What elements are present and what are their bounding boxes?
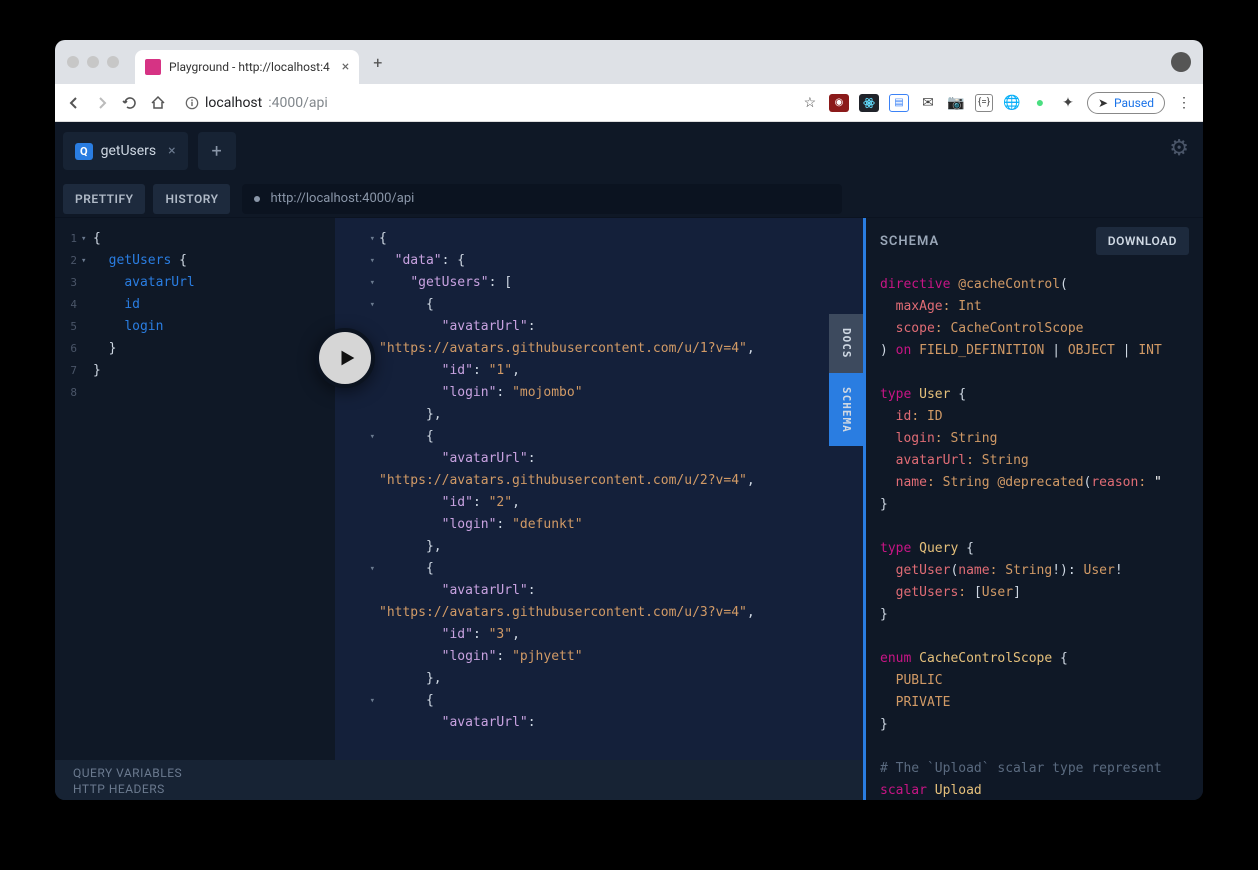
site-info-icon[interactable] xyxy=(185,96,199,110)
endpoint-status-dot xyxy=(254,196,260,202)
forward-button[interactable] xyxy=(93,94,111,112)
schema-content[interactable]: directive @cacheControl( maxAge: Int sco… xyxy=(866,264,1203,800)
prettify-button[interactable]: PRETTIFY xyxy=(63,184,145,214)
run-query-button[interactable] xyxy=(315,328,375,388)
tab-title: Playground - http://localhost:4 xyxy=(169,60,330,74)
side-tabs: DOCS SCHEMA xyxy=(829,314,863,446)
schema-header: SCHEMA DOWNLOAD xyxy=(866,218,1203,264)
extension-icon-5[interactable]: ● xyxy=(1031,94,1049,112)
playground-main: 1▾{2▾ getUsers {3 avatarUrl4 id5 login6 … xyxy=(55,218,1203,800)
url-input[interactable]: localhost :4000/api xyxy=(177,89,791,117)
extensions-menu-icon[interactable]: ✦ xyxy=(1059,94,1077,112)
endpoint-input[interactable]: http://localhost:4000/api xyxy=(242,184,842,214)
bookmark-icon[interactable]: ☆ xyxy=(801,94,819,112)
ublock-icon[interactable]: ◉ xyxy=(829,94,849,112)
browser-titlebar: Playground - http://localhost:4 × + xyxy=(55,40,1203,84)
query-variables-toggle[interactable]: QUERY VARIABLES xyxy=(73,766,845,782)
rocket-icon: ➤ xyxy=(1098,96,1108,110)
query-editor[interactable]: 1▾{2▾ getUsers {3 avatarUrl4 id5 login6 … xyxy=(55,218,335,800)
browser-address-bar: localhost :4000/api ☆ ◉ ▤ ✉ 📷 {=} 🌐 ● ✦ ➤… xyxy=(55,84,1203,122)
extension-icon-3[interactable]: {=} xyxy=(975,94,993,112)
react-devtools-icon[interactable] xyxy=(859,94,879,112)
settings-gear-icon[interactable]: ⚙ xyxy=(1169,136,1189,161)
schema-tab[interactable]: SCHEMA xyxy=(829,373,863,447)
endpoint-url: http://localhost:4000/api xyxy=(270,191,414,206)
download-button[interactable]: DOWNLOAD xyxy=(1096,227,1189,255)
tab-favicon xyxy=(145,59,161,75)
close-query-tab-icon[interactable]: × xyxy=(168,143,175,159)
history-button[interactable]: HISTORY xyxy=(153,184,230,214)
http-headers-toggle[interactable]: HTTP HEADERS xyxy=(73,782,845,798)
maximize-window-icon[interactable] xyxy=(107,56,119,68)
paused-label: Paused xyxy=(1114,96,1154,110)
schema-title: SCHEMA xyxy=(880,234,939,249)
reload-button[interactable] xyxy=(121,94,139,112)
camera-icon[interactable]: 📷 xyxy=(947,94,965,112)
home-button[interactable] xyxy=(149,94,167,112)
back-button[interactable] xyxy=(65,94,83,112)
docs-tab[interactable]: DOCS xyxy=(829,314,863,373)
traffic-lights xyxy=(67,56,119,68)
bottom-panel[interactable]: QUERY VARIABLES HTTP HEADERS xyxy=(55,760,863,800)
add-query-tab-button[interactable]: + xyxy=(198,132,236,170)
url-path: :4000/api xyxy=(268,95,328,111)
close-window-icon[interactable] xyxy=(67,56,79,68)
query-tab[interactable]: Q getUsers × xyxy=(63,132,188,170)
extension-icon-2[interactable]: ✉ xyxy=(919,94,937,112)
query-tab-label: getUsers xyxy=(101,143,157,159)
extension-icon-1[interactable]: ▤ xyxy=(889,94,909,112)
new-tab-button[interactable]: + xyxy=(367,51,388,74)
minimize-window-icon[interactable] xyxy=(87,56,99,68)
address-bar-icons: ☆ ◉ ▤ ✉ 📷 {=} 🌐 ● ✦ ➤ Paused ⋮ xyxy=(801,92,1193,114)
graphql-playground: Q getUsers × + ⚙ PRETTIFY HISTORY http:/… xyxy=(55,122,1203,800)
url-host: localhost xyxy=(205,95,262,111)
query-type-badge: Q xyxy=(75,143,93,160)
browser-window: Playground - http://localhost:4 × + loca… xyxy=(55,40,1203,800)
schema-panel: SCHEMA DOWNLOAD directive @cacheControl(… xyxy=(863,218,1203,800)
paused-indicator[interactable]: ➤ Paused xyxy=(1087,92,1165,114)
browser-menu-icon[interactable]: ⋮ xyxy=(1175,94,1193,112)
result-viewer[interactable]: ▾{▾ "data": {▾ "getUsers": [▾ { "avatarU… xyxy=(335,218,863,800)
extension-icon-4[interactable]: 🌐 xyxy=(1003,94,1021,112)
playground-toolbar: PRETTIFY HISTORY http://localhost:4000/a… xyxy=(55,180,1203,218)
browser-tab[interactable]: Playground - http://localhost:4 × xyxy=(135,50,359,84)
profile-icon[interactable] xyxy=(1171,52,1191,72)
playground-tabs: Q getUsers × + ⚙ xyxy=(55,122,1203,180)
close-tab-icon[interactable]: × xyxy=(342,59,349,75)
